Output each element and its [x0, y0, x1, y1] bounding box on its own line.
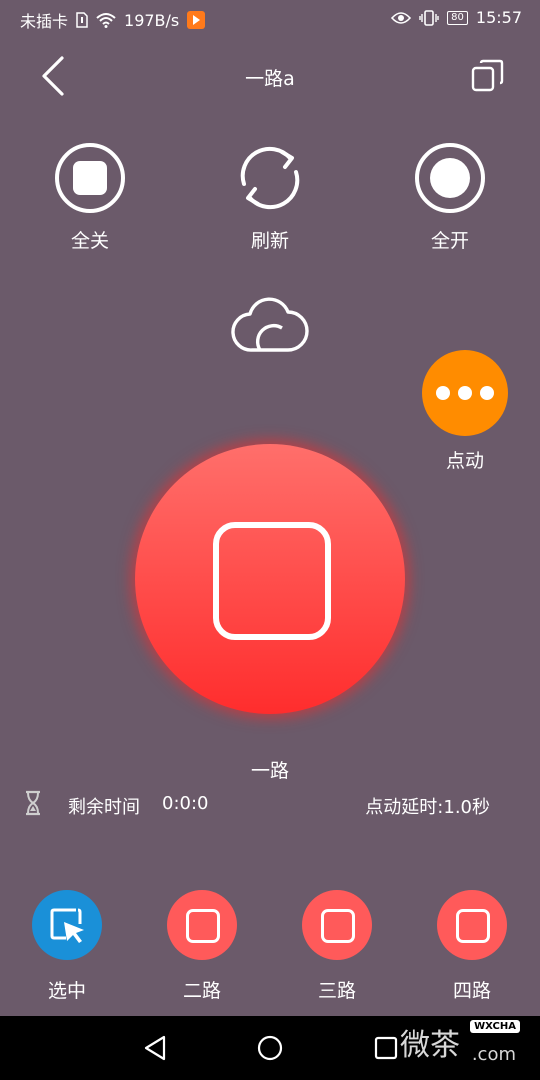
vibrate-icon: [419, 9, 439, 26]
record-circle-icon: [415, 143, 485, 213]
cursor-select-icon: [50, 908, 84, 943]
more-dot: [458, 386, 472, 400]
app-notification-icon: [187, 11, 206, 29]
clock: 15:57: [475, 8, 522, 27]
remaining-time-label: 剩余时间: [68, 797, 140, 818]
channel-2-button[interactable]: [167, 890, 237, 960]
jog-control[interactable]: 点动: [420, 350, 510, 473]
tab-channel-4-label: 四路: [452, 980, 491, 1002]
watermark-badge: WXCHA: [470, 1020, 520, 1033]
tab-channel-2[interactable]: 二路: [157, 890, 247, 1003]
square-icon: [186, 909, 220, 943]
more-dot: [436, 386, 450, 400]
channel-4-button[interactable]: [437, 890, 507, 960]
tab-channel-2-label: 二路: [182, 980, 221, 1002]
jog-delay-text: 点动延时:1.0秒: [365, 797, 490, 818]
page-title: 一路a: [245, 68, 295, 90]
tab-channel-3-label: 三路: [317, 980, 356, 1002]
carrier-text: 未插卡: [20, 12, 69, 31]
refresh-label: 刷新: [250, 230, 289, 252]
status-left: 未插卡 197B/s: [20, 8, 206, 32]
all-on-button[interactable]: 全开: [405, 140, 495, 253]
nav-home-icon[interactable]: [257, 1035, 283, 1061]
wifi-icon: [96, 13, 116, 28]
network-speed: 197B/s: [124, 10, 180, 30]
status-right: 80 15:57: [391, 8, 522, 27]
power-button[interactable]: [135, 444, 405, 714]
more-dot: [480, 386, 494, 400]
title-bar: 一路a: [0, 36, 540, 116]
stop-circle-icon: [55, 143, 125, 213]
nav-recent-icon[interactable]: [374, 1036, 398, 1060]
watermark-logo: 微茶: [400, 1028, 460, 1063]
channel-3-button[interactable]: [302, 890, 372, 960]
battery-indicator: 80: [447, 10, 468, 25]
all-on-label: 全开: [430, 230, 469, 252]
sim-icon: [76, 12, 88, 28]
nav-back-icon[interactable]: [142, 1034, 168, 1062]
select-button[interactable]: [32, 890, 102, 960]
hourglass-icon: [26, 790, 40, 816]
status-bar: 未插卡 197B/s 80 15:57: [0, 0, 540, 36]
all-off-label: 全关: [70, 230, 109, 252]
channel-name: 一路: [250, 760, 289, 782]
more-button[interactable]: [422, 350, 508, 436]
cloud-icon[interactable]: [230, 292, 310, 354]
stop-square-icon: [213, 522, 331, 640]
system-nav-bar: 微茶 WXCHA .com: [0, 1016, 540, 1080]
tab-channel-4[interactable]: 四路: [427, 890, 517, 1003]
refresh-icon: [240, 146, 300, 210]
jog-label: 点动: [445, 450, 484, 472]
copy-icon[interactable]: [470, 58, 506, 94]
watermark-suffix: .com: [471, 1044, 516, 1065]
all-off-button[interactable]: 全关: [45, 140, 135, 253]
tab-select[interactable]: 选中: [22, 890, 112, 1003]
timer-info-row: 剩余时间 0:0:0 点动延时:1.0秒: [0, 790, 540, 820]
square-icon: [456, 909, 490, 943]
refresh-button[interactable]: 刷新: [225, 140, 315, 253]
remaining-time-value: 0:0:0: [162, 793, 209, 814]
eye-icon: [391, 11, 412, 24]
tab-select-label: 选中: [47, 980, 86, 1002]
square-icon: [321, 909, 355, 943]
tab-channel-3[interactable]: 三路: [292, 890, 382, 1003]
